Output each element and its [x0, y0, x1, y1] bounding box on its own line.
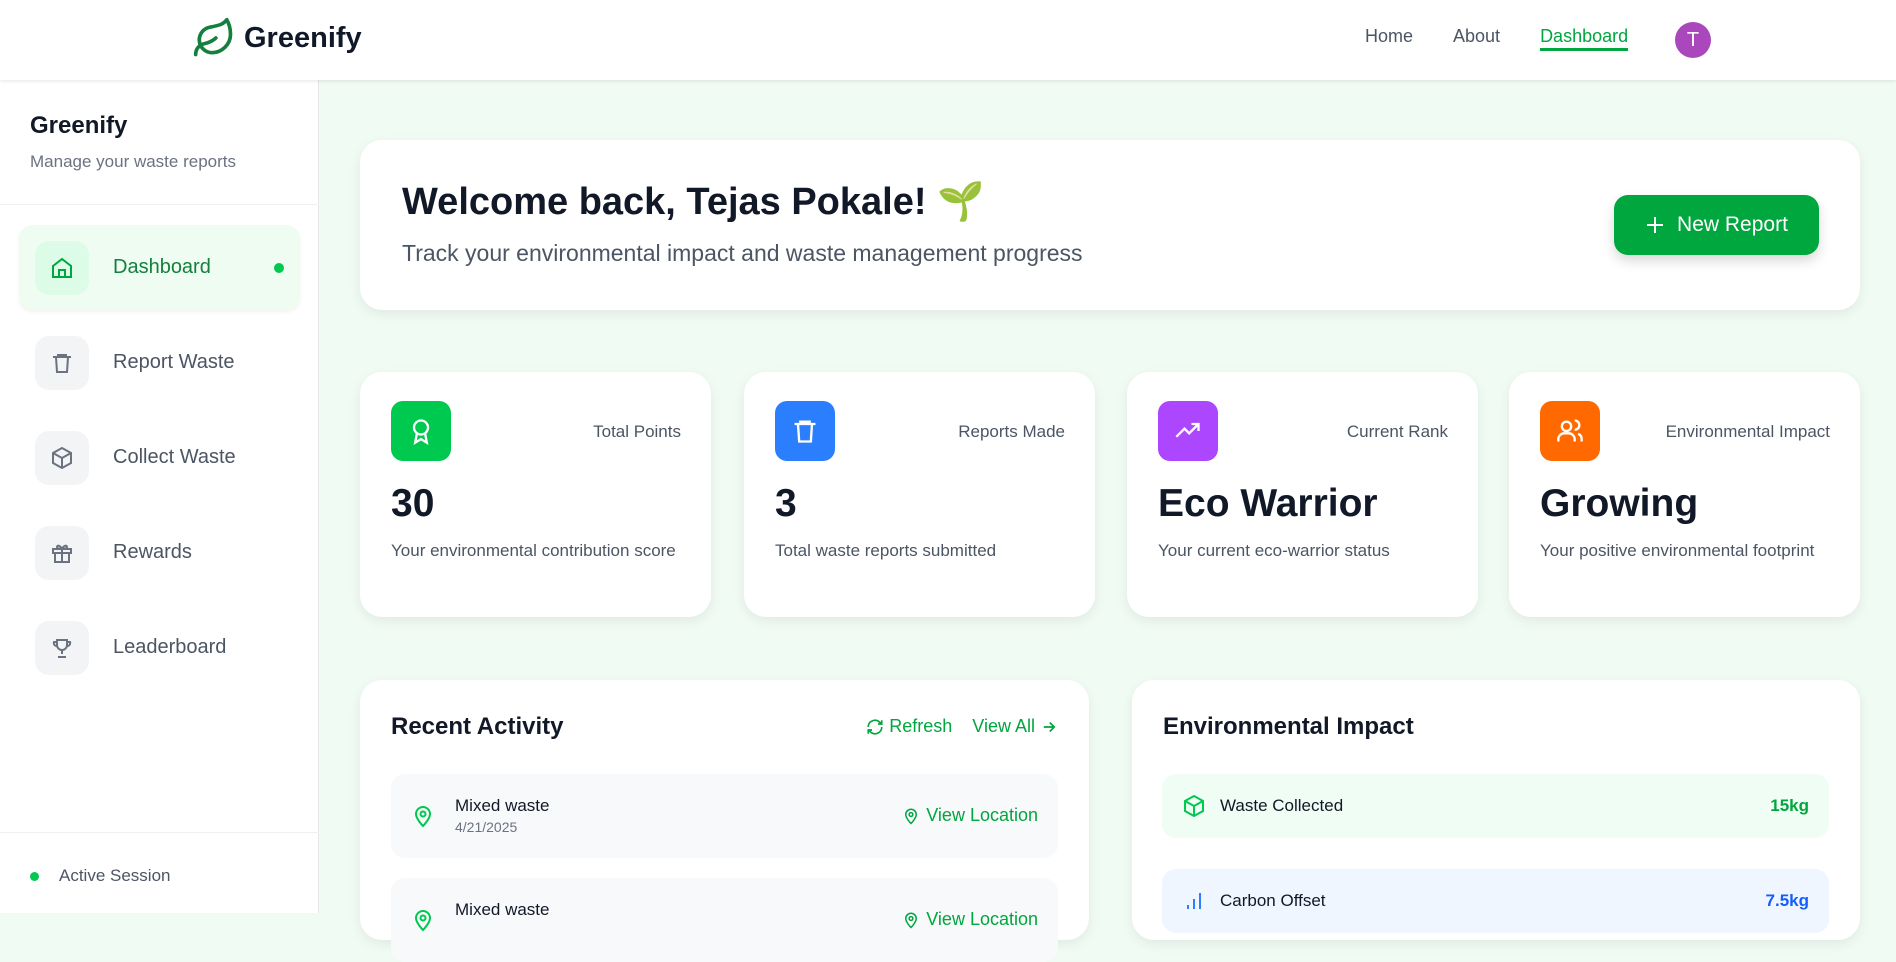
- activity-title: Mixed waste: [455, 900, 550, 919]
- nav-dashboard[interactable]: Dashboard: [1540, 26, 1629, 51]
- new-report-button[interactable]: New Report: [1614, 195, 1819, 255]
- package-icon: [1184, 794, 1204, 818]
- impact-value: 7.5kg: [1765, 891, 1809, 910]
- stat-value: Eco Warrior: [1158, 482, 1378, 525]
- status-dot: [30, 871, 39, 881]
- map-pin-icon: [414, 806, 432, 828]
- plus-icon: [1647, 217, 1664, 233]
- stat-label: Environmental Impact: [1665, 422, 1830, 441]
- divider: [0, 204, 319, 205]
- sidebar-title: Greenify: [30, 112, 128, 139]
- sidebar-item-label: Report Waste: [113, 351, 235, 373]
- stat-description: Your positive environmental footprint: [1540, 541, 1815, 560]
- map-pin-icon: [905, 808, 918, 825]
- view-location-label: View Location: [926, 909, 1038, 929]
- sidebar-item-label: Leaderboard: [113, 636, 227, 658]
- new-report-label: New Report: [1677, 213, 1788, 236]
- sidebar-item-collect-waste[interactable]: Collect Waste: [19, 415, 300, 500]
- users-icon: [1540, 401, 1600, 461]
- trophy-icon: [52, 638, 72, 658]
- view-location-button[interactable]: View Location: [902, 805, 1038, 826]
- recent-activity-panel: Recent Activity Refresh View All Mixed w…: [360, 680, 1089, 962]
- environmental-impact-panel: Environmental Impact Waste Collected 15k…: [1132, 680, 1860, 940]
- panel-title: Environmental Impact: [1163, 713, 1414, 740]
- map-pin-icon: [905, 912, 918, 929]
- impact-item-carbon-offset: Carbon Offset 7.5kg: [1162, 869, 1829, 933]
- top-nav: Greenify Home About Dashboard T: [0, 0, 1896, 80]
- leaf-icon: [193, 17, 233, 57]
- sidebar-item-leaderboard[interactable]: Leaderboard: [19, 605, 300, 690]
- trending-up-icon: [1158, 401, 1218, 461]
- view-location-label: View Location: [926, 805, 1038, 825]
- stat-label: Reports Made: [958, 422, 1065, 441]
- sidebar: Greenify Manage your waste reports Dashb…: [0, 80, 319, 913]
- sidebar-subtitle: Manage your waste reports: [30, 152, 236, 171]
- trash-icon: [53, 353, 71, 373]
- refresh-icon: [867, 718, 883, 735]
- view-all-label: View All: [972, 716, 1035, 736]
- refresh-button[interactable]: Refresh: [866, 716, 952, 737]
- arrow-right-icon: [1043, 721, 1056, 732]
- view-all-link[interactable]: View All: [972, 716, 1058, 737]
- activity-date: 4/21/2025: [455, 819, 518, 835]
- stat-value: 30: [391, 482, 435, 525]
- trash-icon: [775, 401, 835, 461]
- view-location-button[interactable]: View Location: [902, 909, 1038, 930]
- session-label: Active Session: [59, 866, 171, 885]
- stat-card-environmental-impact: Environmental Impact Growing Your positi…: [1509, 372, 1860, 617]
- impact-item-waste-collected: Waste Collected 15kg: [1162, 774, 1829, 838]
- stat-value: Growing: [1540, 482, 1699, 525]
- refresh-label: Refresh: [889, 716, 953, 736]
- activity-item: Mixed waste 4/21/2025 View Location: [391, 774, 1058, 858]
- stat-label: Current Rank: [1346, 422, 1448, 441]
- active-indicator: [274, 262, 284, 273]
- activity-item: Mixed waste View Location: [391, 878, 1058, 962]
- gift-icon: [52, 544, 72, 563]
- stat-value: 3: [775, 482, 797, 525]
- home-icon: [52, 257, 72, 278]
- welcome-title: Welcome back, Tejas Pokale! 🌱: [402, 181, 985, 223]
- divider: [0, 832, 319, 833]
- stat-description: Total waste reports submitted: [775, 541, 997, 560]
- sidebar-item-label: Dashboard: [113, 256, 211, 278]
- sidebar-item-report-waste[interactable]: Report Waste: [19, 320, 300, 405]
- nav-home[interactable]: Home: [1365, 26, 1413, 51]
- welcome-subtitle: Track your environmental impact and wast…: [402, 240, 1083, 266]
- impact-name: Waste Collected: [1220, 796, 1344, 815]
- stat-card-current-rank: Current Rank Eco Warrior Your current ec…: [1127, 372, 1478, 617]
- stat-description: Your environmental contribution score: [391, 541, 676, 560]
- brand-name: Greenify: [244, 21, 362, 54]
- sidebar-item-rewards[interactable]: Rewards: [19, 510, 300, 595]
- stat-label: Total Points: [593, 422, 681, 441]
- brand-logo[interactable]: Greenify: [192, 16, 362, 60]
- map-pin-icon: [414, 910, 432, 932]
- sidebar-item-label: Collect Waste: [113, 446, 236, 468]
- stat-card-total-points: Total Points 30 Your environmental contr…: [360, 372, 711, 617]
- sidebar-item-dashboard[interactable]: Dashboard: [19, 225, 300, 310]
- user-avatar[interactable]: T: [1675, 22, 1711, 58]
- stat-description: Your current eco-warrior status: [1158, 541, 1390, 560]
- impact-value: 15kg: [1770, 796, 1809, 815]
- package-icon: [52, 446, 72, 469]
- impact-name: Carbon Offset: [1220, 891, 1326, 910]
- session-status: Active Session: [30, 866, 171, 886]
- activity-title: Mixed waste: [455, 796, 550, 815]
- bar-chart-icon: [1187, 893, 1201, 909]
- award-icon: [391, 401, 451, 461]
- nav-about[interactable]: About: [1453, 26, 1500, 51]
- welcome-card: Welcome back, Tejas Pokale! 🌱 Track your…: [360, 140, 1860, 310]
- stat-card-reports-made: Reports Made 3 Total waste reports submi…: [744, 372, 1095, 617]
- sidebar-item-label: Rewards: [113, 541, 192, 563]
- panel-title: Recent Activity: [391, 713, 564, 740]
